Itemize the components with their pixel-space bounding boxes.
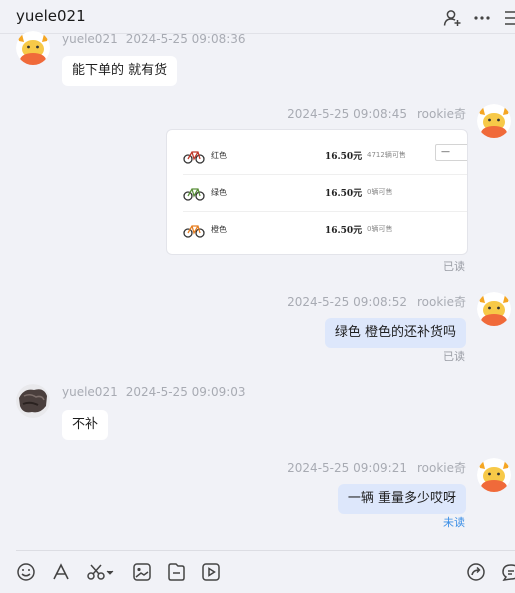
my-avatar[interactable] bbox=[477, 292, 511, 326]
my-avatar[interactable] bbox=[477, 104, 511, 138]
variant-price: 16.50元 bbox=[325, 226, 363, 236]
sender-avatar[interactable] bbox=[16, 384, 50, 418]
image-icon[interactable] bbox=[131, 561, 153, 583]
read-status: 已读 bbox=[443, 260, 465, 273]
bike-icon bbox=[183, 225, 205, 238]
product-variant-row[interactable]: 绿色 16.50元 0辆可售 bbox=[183, 175, 467, 212]
quick-reply-icon[interactable] bbox=[500, 561, 515, 583]
add-contact-icon[interactable] bbox=[442, 8, 462, 28]
sender-name: yuele021 bbox=[62, 385, 118, 399]
screenshot-icon[interactable] bbox=[85, 561, 117, 583]
message-time: 2024-5-25 09:09:21 bbox=[287, 461, 407, 475]
chat-title: yuele021 bbox=[16, 7, 86, 25]
my-avatar[interactable] bbox=[477, 458, 511, 492]
variant-stock: 0辆可售 bbox=[367, 188, 393, 196]
message-time: 2024-5-25 09:09:03 bbox=[125, 385, 246, 399]
font-icon[interactable] bbox=[50, 561, 72, 583]
message-time: 2024-5-25 09:08:36 bbox=[125, 32, 246, 46]
variant-color: 绿色 bbox=[211, 188, 227, 197]
variant-color: 橙色 bbox=[211, 225, 227, 234]
variant-price: 16.50元 bbox=[325, 189, 363, 199]
variant-stock: 4712辆可售 bbox=[367, 151, 406, 159]
product-variant-row[interactable]: 橙色 16.50元 0辆可售 bbox=[183, 212, 467, 249]
more-icon[interactable] bbox=[472, 8, 492, 28]
message-meta: 2024-5-25 09:08:52 rookie奇 bbox=[287, 293, 466, 310]
bike-icon bbox=[183, 151, 205, 164]
variant-price: 16.50元 bbox=[325, 152, 363, 162]
variant-stock: 0辆可售 bbox=[367, 225, 393, 233]
message-time: 2024-5-25 09:08:45 bbox=[287, 107, 407, 121]
message-meta: 2024-5-25 09:09:21 rookie奇 bbox=[287, 459, 466, 476]
sender-name: rookie奇 bbox=[416, 107, 466, 121]
product-card[interactable]: 红色 16.50元 4712辆可售 — 绿色 16.50元 0辆可售 橙色 16… bbox=[166, 129, 468, 255]
sender-name: rookie奇 bbox=[416, 461, 466, 475]
message-bubble[interactable]: 一辆 重量多少哎呀 bbox=[337, 484, 466, 514]
message-time: 2024-5-25 09:08:52 bbox=[287, 295, 407, 309]
composer-divider bbox=[16, 550, 515, 551]
message-bubble[interactable]: 不补 bbox=[62, 410, 109, 440]
file-icon[interactable] bbox=[165, 561, 187, 583]
message-bubble[interactable]: 能下单的 就有货 bbox=[62, 56, 178, 86]
video-icon[interactable] bbox=[200, 561, 222, 583]
sender-avatar[interactable] bbox=[16, 31, 50, 65]
chat-header: yuele021 bbox=[0, 0, 515, 34]
quantity-input[interactable]: — bbox=[435, 144, 467, 161]
variant-color: 红色 bbox=[211, 151, 227, 160]
emoji-icon[interactable] bbox=[15, 561, 37, 583]
product-variant-row[interactable]: 红色 16.50元 4712辆可售 — bbox=[183, 138, 467, 175]
message-meta: 2024-5-25 09:08:45 rookie奇 bbox=[287, 105, 466, 122]
message-meta: yuele021 2024-5-25 09:08:36 bbox=[62, 32, 246, 46]
read-status: 已读 bbox=[443, 350, 465, 363]
message-meta: yuele021 2024-5-25 09:09:03 bbox=[62, 385, 246, 399]
sender-name: rookie奇 bbox=[416, 295, 466, 309]
bike-icon bbox=[183, 188, 205, 201]
menu-icon[interactable] bbox=[503, 8, 515, 28]
sender-name: yuele021 bbox=[62, 32, 118, 46]
message-bubble[interactable]: 绿色 橙色的还补货吗 bbox=[324, 318, 466, 348]
share-icon[interactable] bbox=[465, 561, 487, 583]
read-status: 未读 bbox=[443, 516, 465, 529]
